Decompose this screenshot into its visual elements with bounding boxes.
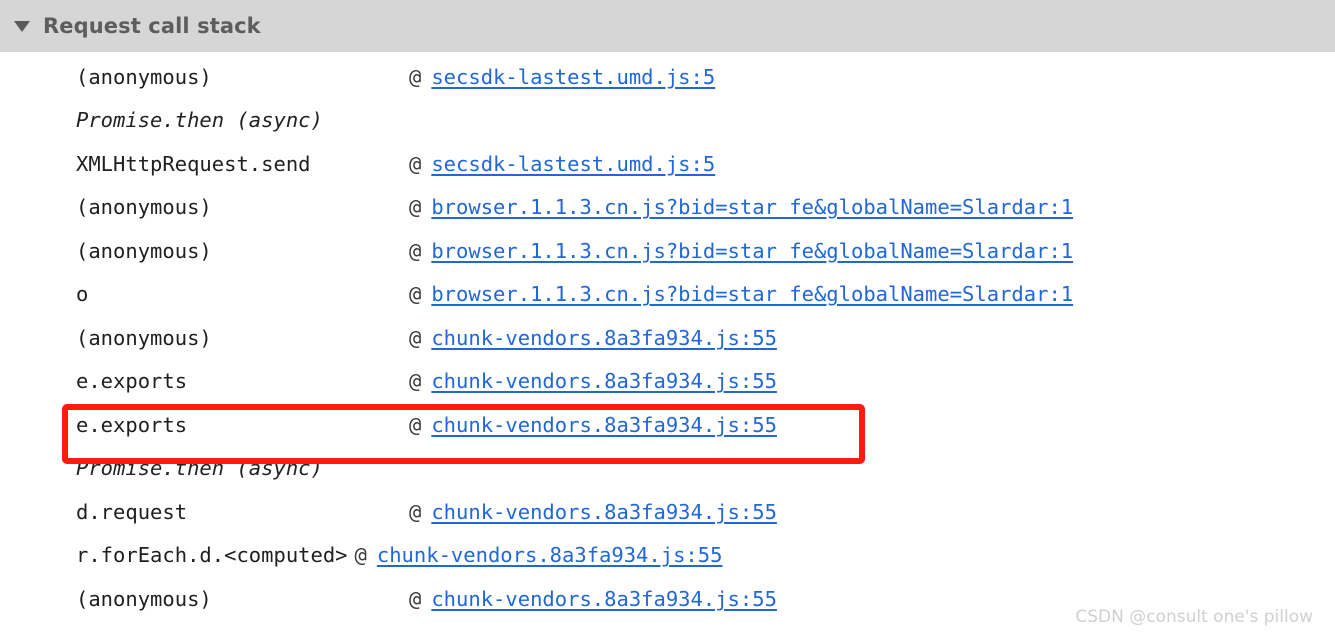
source-link[interactable]: secsdk-lastest.umd.js:5 bbox=[431, 152, 715, 176]
call-stack-function-name: e.exports bbox=[76, 369, 188, 394]
call-stack-function-name: Promise.then (async) bbox=[76, 108, 323, 133]
at-symbol: @ bbox=[409, 325, 422, 350]
call-stack-row[interactable]: e.exports @ chunk-vendors.8a3fa934.js:55 bbox=[0, 360, 1335, 404]
at-symbol: @ bbox=[409, 238, 422, 263]
call-stack-function-name: Promise.then (async) bbox=[76, 456, 323, 481]
call-stack-function-name: (anonymous) bbox=[76, 64, 212, 89]
at-symbol: @ bbox=[409, 151, 422, 176]
source-link[interactable]: chunk-vendors.8a3fa934.js:55 bbox=[431, 413, 777, 437]
call-stack-function-name: XMLHttpRequest.send bbox=[76, 151, 311, 176]
call-stack-row[interactable]: e.exports @ chunk-vendors.8a3fa934.js:55 bbox=[0, 403, 1335, 447]
at-symbol: @ bbox=[409, 586, 422, 611]
call-stack-function-name: (anonymous) bbox=[76, 238, 212, 263]
call-stack-row[interactable]: Promise.then (async) bbox=[0, 447, 1335, 491]
at-symbol: @ bbox=[409, 64, 422, 89]
call-stack-row[interactable]: o @ browser.1.1.3.cn.js?bid=star_fe&global… bbox=[0, 273, 1335, 317]
source-link[interactable]: chunk-vendors.8a3fa934.js:55 bbox=[431, 326, 777, 350]
call-stack-row[interactable]: (anonymous) @ chunk-vendors.8a3fa934.js:55 bbox=[0, 316, 1335, 360]
call-stack-function-name: e.exports bbox=[76, 412, 188, 437]
call-stack-function-name: (anonymous) bbox=[76, 325, 212, 350]
at-symbol: @ bbox=[409, 369, 422, 394]
call-stack-function-name: r.forEach.d.<computed> bbox=[76, 543, 348, 568]
source-link[interactable]: chunk-vendors.8a3fa934.js:55 bbox=[377, 543, 723, 567]
source-link[interactable]: chunk-vendors.8a3fa934.js:55 bbox=[431, 369, 777, 393]
call-stack-row[interactable]: (anonymous) @ browser.1.1.3.cn.js?bid=star… bbox=[0, 229, 1335, 273]
call-stack-row[interactable]: (anonymous) @ browser.1.1.3.cn.js?bid=star… bbox=[0, 186, 1335, 230]
source-link[interactable]: chunk-vendors.8a3fa934.js:55 bbox=[431, 587, 777, 611]
at-symbol: @ bbox=[409, 499, 422, 524]
call-stack-row[interactable]: d.request @ chunk-vendors.8a3fa934.js:55 bbox=[0, 490, 1335, 534]
source-link[interactable]: browser.1.1.3.cn.js?bid=star_fe&globalNa… bbox=[431, 239, 1073, 263]
call-stack-row[interactable]: r.forEach.d.<computed> @ chunk-vendors.8a3… bbox=[0, 534, 1335, 578]
at-symbol: @ bbox=[409, 282, 422, 307]
call-stack-function-name: (anonymous) bbox=[76, 195, 212, 220]
source-link[interactable]: chunk-vendors.8a3fa934.js:55 bbox=[431, 500, 777, 524]
call-stack-row[interactable]: Promise.then (async) bbox=[0, 99, 1335, 143]
call-stack-function-name: d.request bbox=[76, 499, 188, 524]
at-symbol: @ bbox=[354, 543, 367, 568]
at-symbol: @ bbox=[409, 195, 422, 220]
call-stack-function-name: o bbox=[76, 282, 89, 307]
source-link[interactable]: browser.1.1.3.cn.js?bid=star_fe&globalNa… bbox=[431, 282, 1073, 306]
call-stack-list: (anonymous) @ secsdk-lastest.umd.js:5 Promi… bbox=[0, 52, 1335, 621]
watermark: CSDN @consult one's pillow bbox=[1075, 607, 1313, 627]
call-stack-row[interactable]: (anonymous) @ secsdk-lastest.umd.js:5 bbox=[0, 55, 1335, 99]
source-link[interactable]: secsdk-lastest.umd.js:5 bbox=[431, 65, 715, 89]
request-call-stack-header[interactable]: Request call stack bbox=[0, 0, 1335, 52]
source-link[interactable]: browser.1.1.3.cn.js?bid=star_fe&globalNa… bbox=[431, 195, 1073, 219]
at-symbol: @ bbox=[409, 412, 422, 437]
triangle-down-icon[interactable] bbox=[14, 20, 30, 32]
call-stack-function-name: (anonymous) bbox=[76, 586, 212, 611]
page-title: Request call stack bbox=[43, 14, 261, 38]
call-stack-row[interactable]: XMLHttpRequest.send @ secsdk-lastest.umd.j… bbox=[0, 142, 1335, 186]
